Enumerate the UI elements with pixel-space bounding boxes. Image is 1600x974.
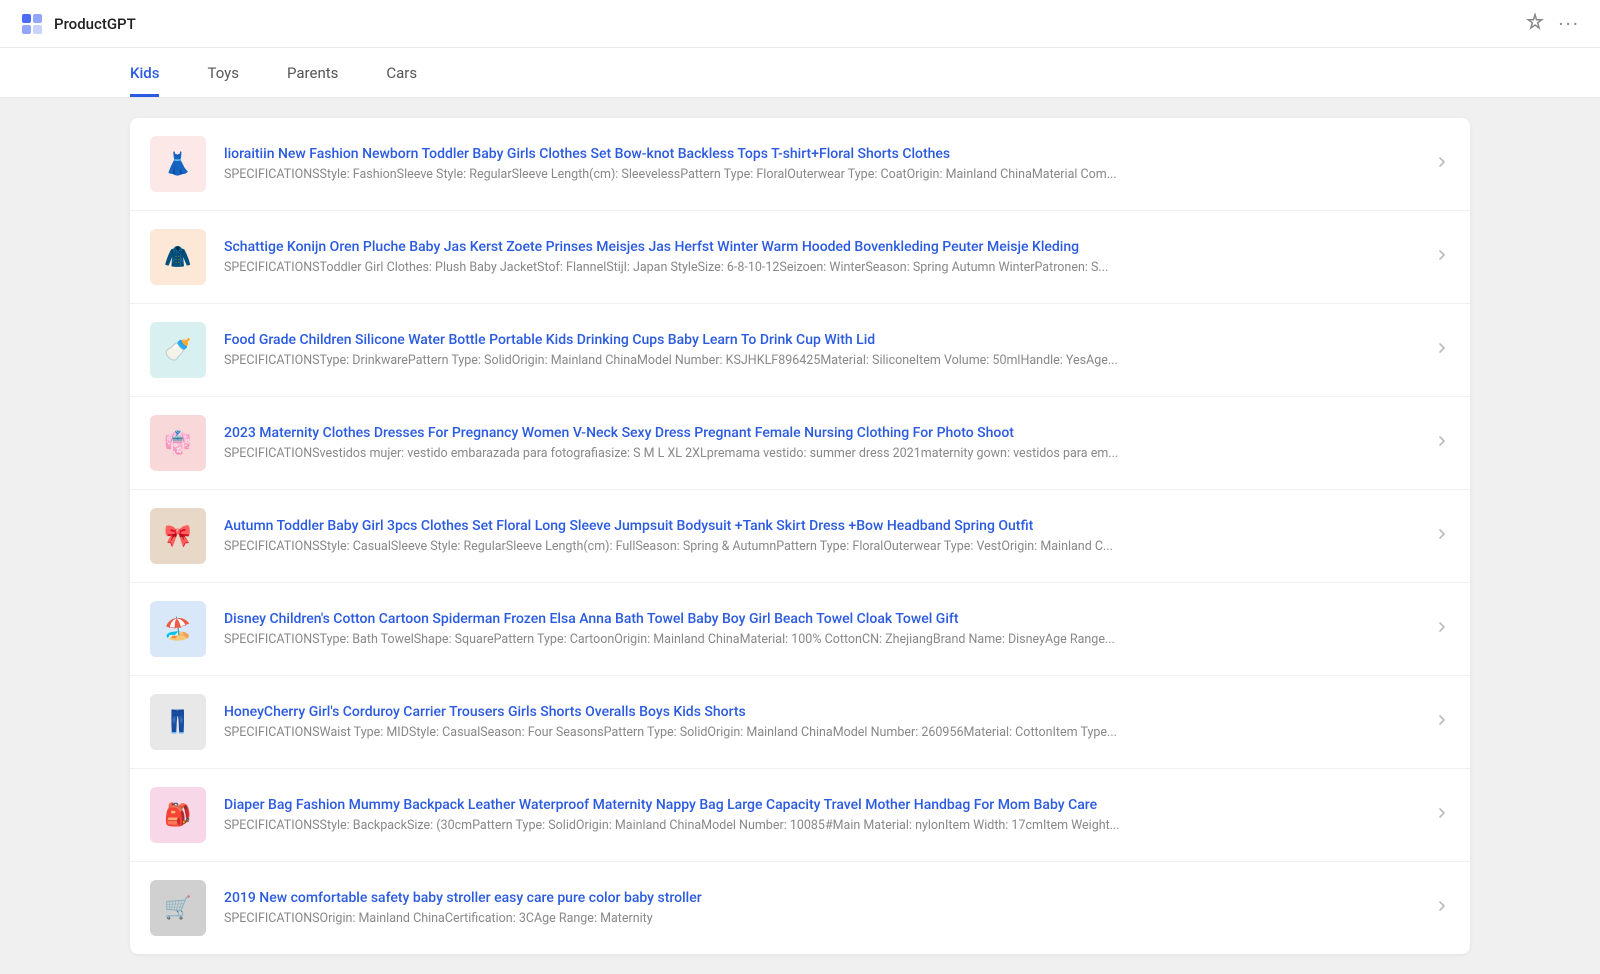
product-spec: SPECIFICATIONSToddler Girl Clothes: Plus… xyxy=(224,260,1416,275)
header: ProductGPT ··· xyxy=(0,0,1600,48)
tab-toys[interactable]: Toys xyxy=(207,48,239,97)
list-item[interactable]: 👖 HoneyCherry Girl's Corduroy Carrier Tr… xyxy=(130,676,1470,769)
product-title: HoneyCherry Girl's Corduroy Carrier Trou… xyxy=(224,704,1416,720)
product-content: Diaper Bag Fashion Mummy Backpack Leathe… xyxy=(224,797,1416,833)
app-title: ProductGPT xyxy=(54,15,136,33)
chevron-right-icon xyxy=(1434,340,1450,361)
header-left: ProductGPT xyxy=(20,12,136,36)
list-item[interactable]: 🧥 Schattige Konijn Oren Pluche Baby Jas … xyxy=(130,211,1470,304)
product-content: 2019 New comfortable safety baby strolle… xyxy=(224,890,1416,926)
product-content: 2023 Maternity Clothes Dresses For Pregn… xyxy=(224,425,1416,461)
list-item[interactable]: 👘 2023 Maternity Clothes Dresses For Pre… xyxy=(130,397,1470,490)
product-title: lioraitiin New Fashion Newborn Toddler B… xyxy=(224,146,1416,162)
header-right: ··· xyxy=(1526,12,1580,36)
product-image: 🧥 xyxy=(150,229,206,285)
product-image: 🍼 xyxy=(150,322,206,378)
product-title: 2019 New comfortable safety baby strolle… xyxy=(224,890,1416,906)
product-spec: SPECIFICATIONSStyle: BackpackSize: (30cm… xyxy=(224,818,1416,833)
product-spec: SPECIFICATIONSvestidos mujer: vestido em… xyxy=(224,446,1416,461)
list-item[interactable]: 🍼 Food Grade Children Silicone Water Bot… xyxy=(130,304,1470,397)
chevron-right-icon xyxy=(1434,154,1450,175)
product-spec: SPECIFICATIONSStyle: FashionSleeve Style… xyxy=(224,167,1416,182)
chevron-right-icon xyxy=(1434,247,1450,268)
tabs-bar: Kids Toys Parents Cars xyxy=(0,48,1600,98)
product-image: 🛒 xyxy=(150,880,206,936)
product-title: Autumn Toddler Baby Girl 3pcs Clothes Se… xyxy=(224,518,1416,534)
product-content: HoneyCherry Girl's Corduroy Carrier Trou… xyxy=(224,704,1416,740)
product-spec: SPECIFICATIONSStyle: CasualSleeve Style:… xyxy=(224,539,1416,554)
product-content: Schattige Konijn Oren Pluche Baby Jas Ke… xyxy=(224,239,1416,275)
product-image: 👘 xyxy=(150,415,206,471)
product-image: 🏖️ xyxy=(150,601,206,657)
product-content: Food Grade Children Silicone Water Bottl… xyxy=(224,332,1416,368)
list-item[interactable]: 🎀 Autumn Toddler Baby Girl 3pcs Clothes … xyxy=(130,490,1470,583)
chevron-right-icon xyxy=(1434,526,1450,547)
tab-parents[interactable]: Parents xyxy=(287,48,338,97)
product-spec: SPECIFICATIONSType: DrinkwarePattern Typ… xyxy=(224,353,1416,368)
product-title: Disney Children's Cotton Cartoon Spiderm… xyxy=(224,611,1416,627)
chevron-right-icon xyxy=(1434,805,1450,826)
product-image: 🎒 xyxy=(150,787,206,843)
product-spec: SPECIFICATIONSType: Bath TowelShape: Squ… xyxy=(224,632,1416,647)
chevron-right-icon xyxy=(1434,619,1450,640)
product-spec: SPECIFICATIONSWaist Type: MIDStyle: Casu… xyxy=(224,725,1416,740)
chevron-right-icon xyxy=(1434,433,1450,454)
more-options-icon[interactable]: ··· xyxy=(1558,12,1580,36)
product-title: Diaper Bag Fashion Mummy Backpack Leathe… xyxy=(224,797,1416,813)
product-title: Schattige Konijn Oren Pluche Baby Jas Ke… xyxy=(224,239,1416,255)
product-content: lioraitiin New Fashion Newborn Toddler B… xyxy=(224,146,1416,182)
product-image: 🎀 xyxy=(150,508,206,564)
pin-icon[interactable] xyxy=(1526,13,1544,35)
product-content: Disney Children's Cotton Cartoon Spiderm… xyxy=(224,611,1416,647)
product-title: Food Grade Children Silicone Water Bottl… xyxy=(224,332,1416,348)
chevron-right-icon xyxy=(1434,898,1450,919)
product-content: Autumn Toddler Baby Girl 3pcs Clothes Se… xyxy=(224,518,1416,554)
chevron-right-icon xyxy=(1434,712,1450,733)
product-image: 👗 xyxy=(150,136,206,192)
tab-cars[interactable]: Cars xyxy=(386,48,417,97)
list-item[interactable]: 👗 lioraitiin New Fashion Newborn Toddler… xyxy=(130,118,1470,211)
product-spec: SPECIFICATIONSOrigin: Mainland ChinaCert… xyxy=(224,911,1416,926)
list-item[interactable]: 🎒 Diaper Bag Fashion Mummy Backpack Leat… xyxy=(130,769,1470,862)
product-image: 👖 xyxy=(150,694,206,750)
list-item[interactable]: 🏖️ Disney Children's Cotton Cartoon Spid… xyxy=(130,583,1470,676)
main-content: 👗 lioraitiin New Fashion Newborn Toddler… xyxy=(0,98,1600,974)
app-logo-icon xyxy=(20,12,44,36)
product-list: 👗 lioraitiin New Fashion Newborn Toddler… xyxy=(130,118,1470,954)
tab-kids[interactable]: Kids xyxy=(130,48,159,97)
product-title: 2023 Maternity Clothes Dresses For Pregn… xyxy=(224,425,1416,441)
list-item[interactable]: 🛒 2019 New comfortable safety baby strol… xyxy=(130,862,1470,954)
